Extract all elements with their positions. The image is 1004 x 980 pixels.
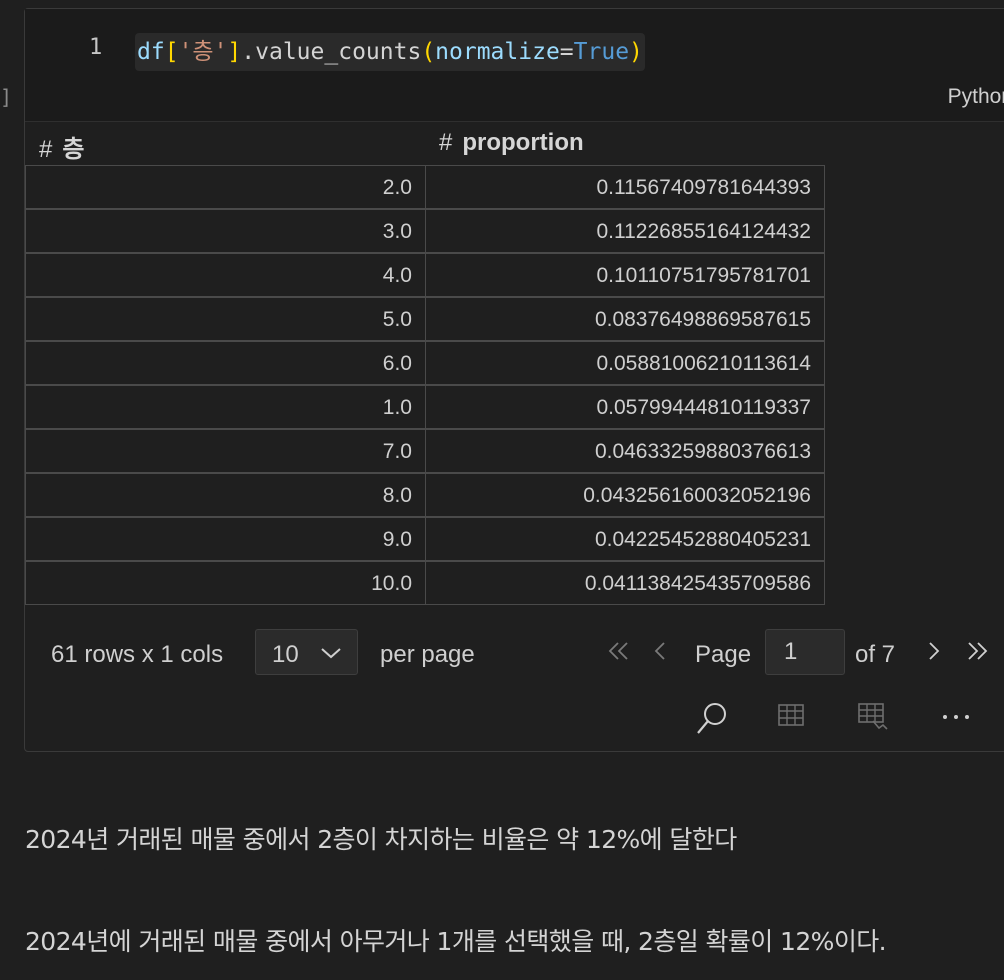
column-header-proportion[interactable]: # proportion xyxy=(439,129,584,157)
table-body: 2.0 0.11567409781644393 3.0 0.1122685516… xyxy=(25,165,825,605)
page-label: Page xyxy=(695,641,752,668)
column-header-label: 층 xyxy=(62,136,85,163)
code-token-dot: . xyxy=(241,39,256,65)
chevron-down-icon xyxy=(319,642,343,670)
code-token-var: df xyxy=(137,39,165,65)
code-token-close-bracket: ] xyxy=(227,39,242,65)
table-cell-value[interactable]: 0.043256160032052196 xyxy=(425,473,825,517)
column-type-marker: # xyxy=(39,136,53,163)
table-cell-index[interactable]: 4.0 xyxy=(25,253,426,297)
code-token-param: normalize xyxy=(435,39,560,65)
table-header: # 층 # proportion xyxy=(25,121,825,165)
double-chevron-left-icon[interactable] xyxy=(607,639,631,670)
table-row: 4.0 0.10110751795781701 xyxy=(25,253,825,297)
table-cell-index[interactable]: 9.0 xyxy=(25,517,426,561)
code-line[interactable]: df['층'].value_counts(normalize=True) xyxy=(135,33,645,71)
code-token-open-bracket: [ xyxy=(164,39,179,65)
code-token-equals: = xyxy=(559,39,574,65)
code-token-value: True xyxy=(573,39,630,65)
row-count-summary: 61 rows x 1 cols xyxy=(51,641,224,668)
page-number-input[interactable]: 1 xyxy=(765,629,845,675)
notebook-cell: 1 df['층'].value_counts(normalize=True) P… xyxy=(24,8,1004,752)
cell-execution-bracket: ] xyxy=(0,85,13,109)
code-token-string: '층' xyxy=(178,39,228,65)
table-cell-value[interactable]: 0.04225452880405231 xyxy=(425,517,825,561)
column-header-floor[interactable]: # 층 xyxy=(39,129,84,164)
table-row: 7.0 0.04633259880376613 xyxy=(25,429,825,473)
table-cell-value[interactable]: 0.05881006210113614 xyxy=(425,341,825,385)
code-token-open-paren: ( xyxy=(421,39,436,65)
table-cell-value[interactable]: 0.04633259880376613 xyxy=(425,429,825,473)
table-row: 10.0 0.041138425435709586 xyxy=(25,561,825,605)
table-row: 5.0 0.08376498869587615 xyxy=(25,297,825,341)
code-token-close-paren: ) xyxy=(629,39,643,65)
markdown-paragraph: 2024년 거래된 매물 중에서 2층이 차지하는 비율은 약 12%에 달한다 xyxy=(25,825,737,854)
more-icon[interactable] xyxy=(941,701,971,735)
table-row: 9.0 0.04225452880405231 xyxy=(25,517,825,561)
table-row: 3.0 0.11226855164124432 xyxy=(25,209,825,253)
code-token-method: value_counts xyxy=(255,39,422,65)
output-toolbar xyxy=(25,693,1004,749)
table-row: 6.0 0.05881006210113614 xyxy=(25,341,825,385)
line-number: 1 xyxy=(89,35,103,60)
cell-language-label[interactable]: Python xyxy=(948,85,1004,109)
column-type-marker: # xyxy=(439,129,453,156)
column-header-label: proportion xyxy=(462,129,584,156)
table-row: 8.0 0.043256160032052196 xyxy=(25,473,825,517)
table-cell-value[interactable]: 0.041138425435709586 xyxy=(425,561,825,605)
chevron-left-icon[interactable] xyxy=(651,639,669,670)
table-icon[interactable] xyxy=(777,701,805,733)
table-cell-index[interactable]: 5.0 xyxy=(25,297,426,341)
table-cell-index[interactable]: 10.0 xyxy=(25,561,426,605)
double-chevron-right-icon[interactable] xyxy=(965,639,989,670)
table-row: 1.0 0.05799444810119337 xyxy=(25,385,825,429)
table-cell-index[interactable]: 7.0 xyxy=(25,429,426,473)
page-total-label: of 7 xyxy=(855,641,896,668)
page-size-value: 10 xyxy=(272,641,299,668)
table-cell-value[interactable]: 0.10110751795781701 xyxy=(425,253,825,297)
markdown-paragraph: 2024년에 거래된 매물 중에서 아무거나 1개를 선택했을 때, 2층일 확… xyxy=(25,927,887,956)
chevron-right-icon[interactable] xyxy=(925,639,943,670)
table-cell-index[interactable]: 8.0 xyxy=(25,473,426,517)
table-cell-index[interactable]: 1.0 xyxy=(25,385,426,429)
table-cell-value[interactable]: 0.11226855164124432 xyxy=(425,209,825,253)
per-page-label: per page xyxy=(380,641,475,668)
page-size-select[interactable]: 10 xyxy=(255,629,358,675)
table-row: 2.0 0.11567409781644393 xyxy=(25,165,825,209)
table-cell-value[interactable]: 0.05799444810119337 xyxy=(425,385,825,429)
table-pager: 61 rows x 1 cols 10 per page Page 1 of 7 xyxy=(25,625,1004,685)
code-editor[interactable]: 1 df['층'].value_counts(normalize=True) P… xyxy=(25,9,1004,122)
search-icon[interactable] xyxy=(695,701,729,741)
table-cell-value[interactable]: 0.08376498869587615 xyxy=(425,297,825,341)
table-cell-value[interactable]: 0.11567409781644393 xyxy=(425,165,825,209)
table-cell-index[interactable]: 3.0 xyxy=(25,209,426,253)
table-cell-index[interactable]: 2.0 xyxy=(25,165,426,209)
table-cell-index[interactable]: 6.0 xyxy=(25,341,426,385)
table-filter-icon[interactable] xyxy=(857,701,889,735)
